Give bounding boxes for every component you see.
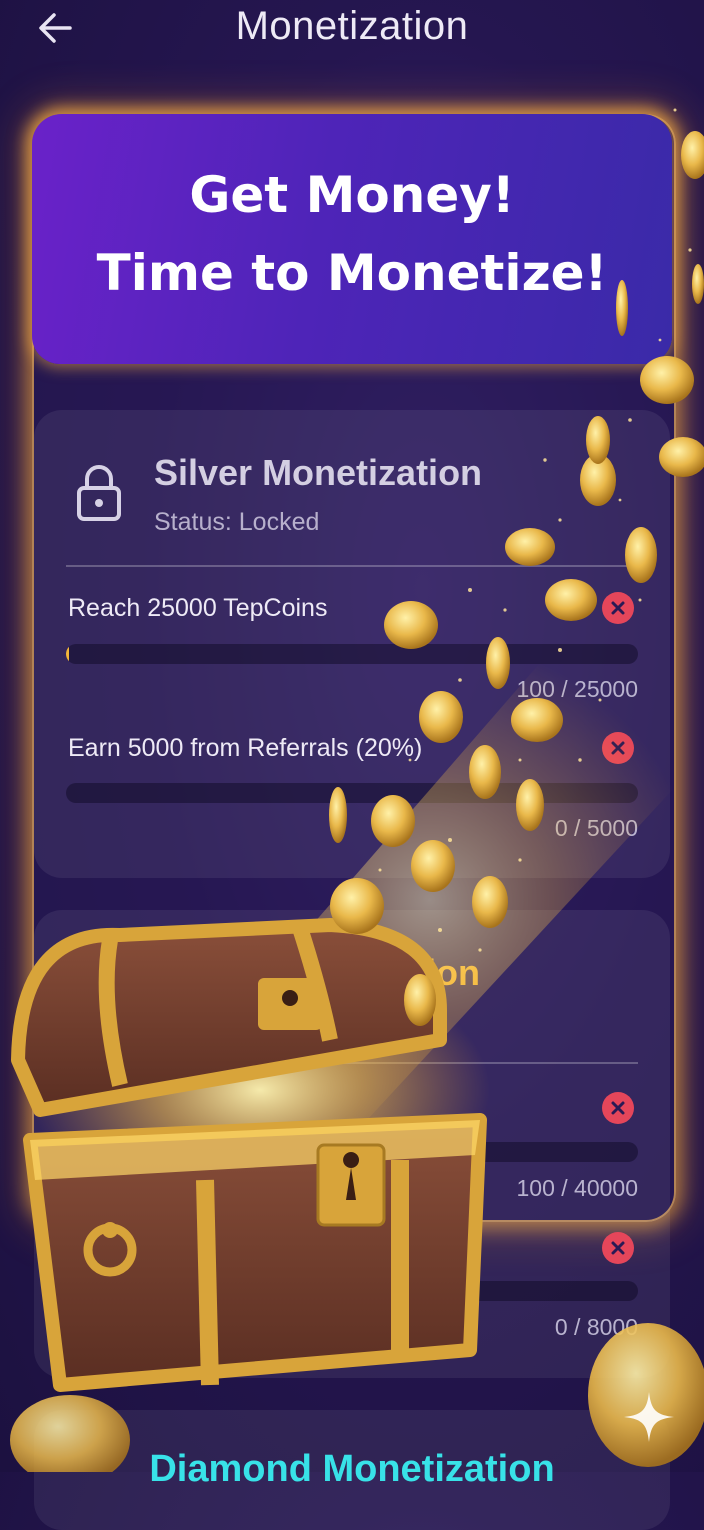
app-header: Monetization [0,0,704,56]
diamond-tier-card: Diamond Monetization [34,1410,670,1530]
close-circle-icon [602,592,634,624]
requirement-label: Earn 5000 from Referrals (20%) [68,734,423,762]
progress-bar [66,644,638,664]
banner-subheadline: Time to Monetize! [96,244,608,302]
progress-fill [66,1142,70,1162]
divider [66,1062,638,1064]
progress-bar [66,1142,638,1162]
close-circle-icon [602,732,634,764]
silver-tier-card: Silver Monetization Status: Locked Reach… [34,410,670,878]
gold-tier-card: tion 100 / 40000 0 / 8000 [34,910,670,1378]
close-circle-icon [602,1092,634,1124]
banner-headline: Get Money! [189,166,515,224]
page-title: Monetization [235,4,469,48]
promo-banner: Get Money! Time to Monetize! [32,114,672,364]
sparkle-icon [624,1392,674,1442]
tier-name: tion [414,952,480,993]
tier-name: Silver Monetization [154,452,483,493]
progress-bar [66,1281,638,1301]
progress-bar [66,783,638,803]
requirement-value: 100 / 25000 [516,676,638,702]
progress-fill [66,644,70,664]
requirement-value: 0 / 5000 [554,815,638,841]
tier-name: Diamond Monetization [149,1448,555,1490]
lock-icon [77,465,121,521]
requirement-value: 0 / 8000 [554,1314,638,1340]
tier-status: Status: Locked [154,508,320,536]
divider [66,565,638,567]
requirement-value: 100 / 40000 [516,1175,638,1201]
requirement-label: Reach 25000 TepCoins [68,594,328,622]
close-circle-icon [602,1232,634,1264]
